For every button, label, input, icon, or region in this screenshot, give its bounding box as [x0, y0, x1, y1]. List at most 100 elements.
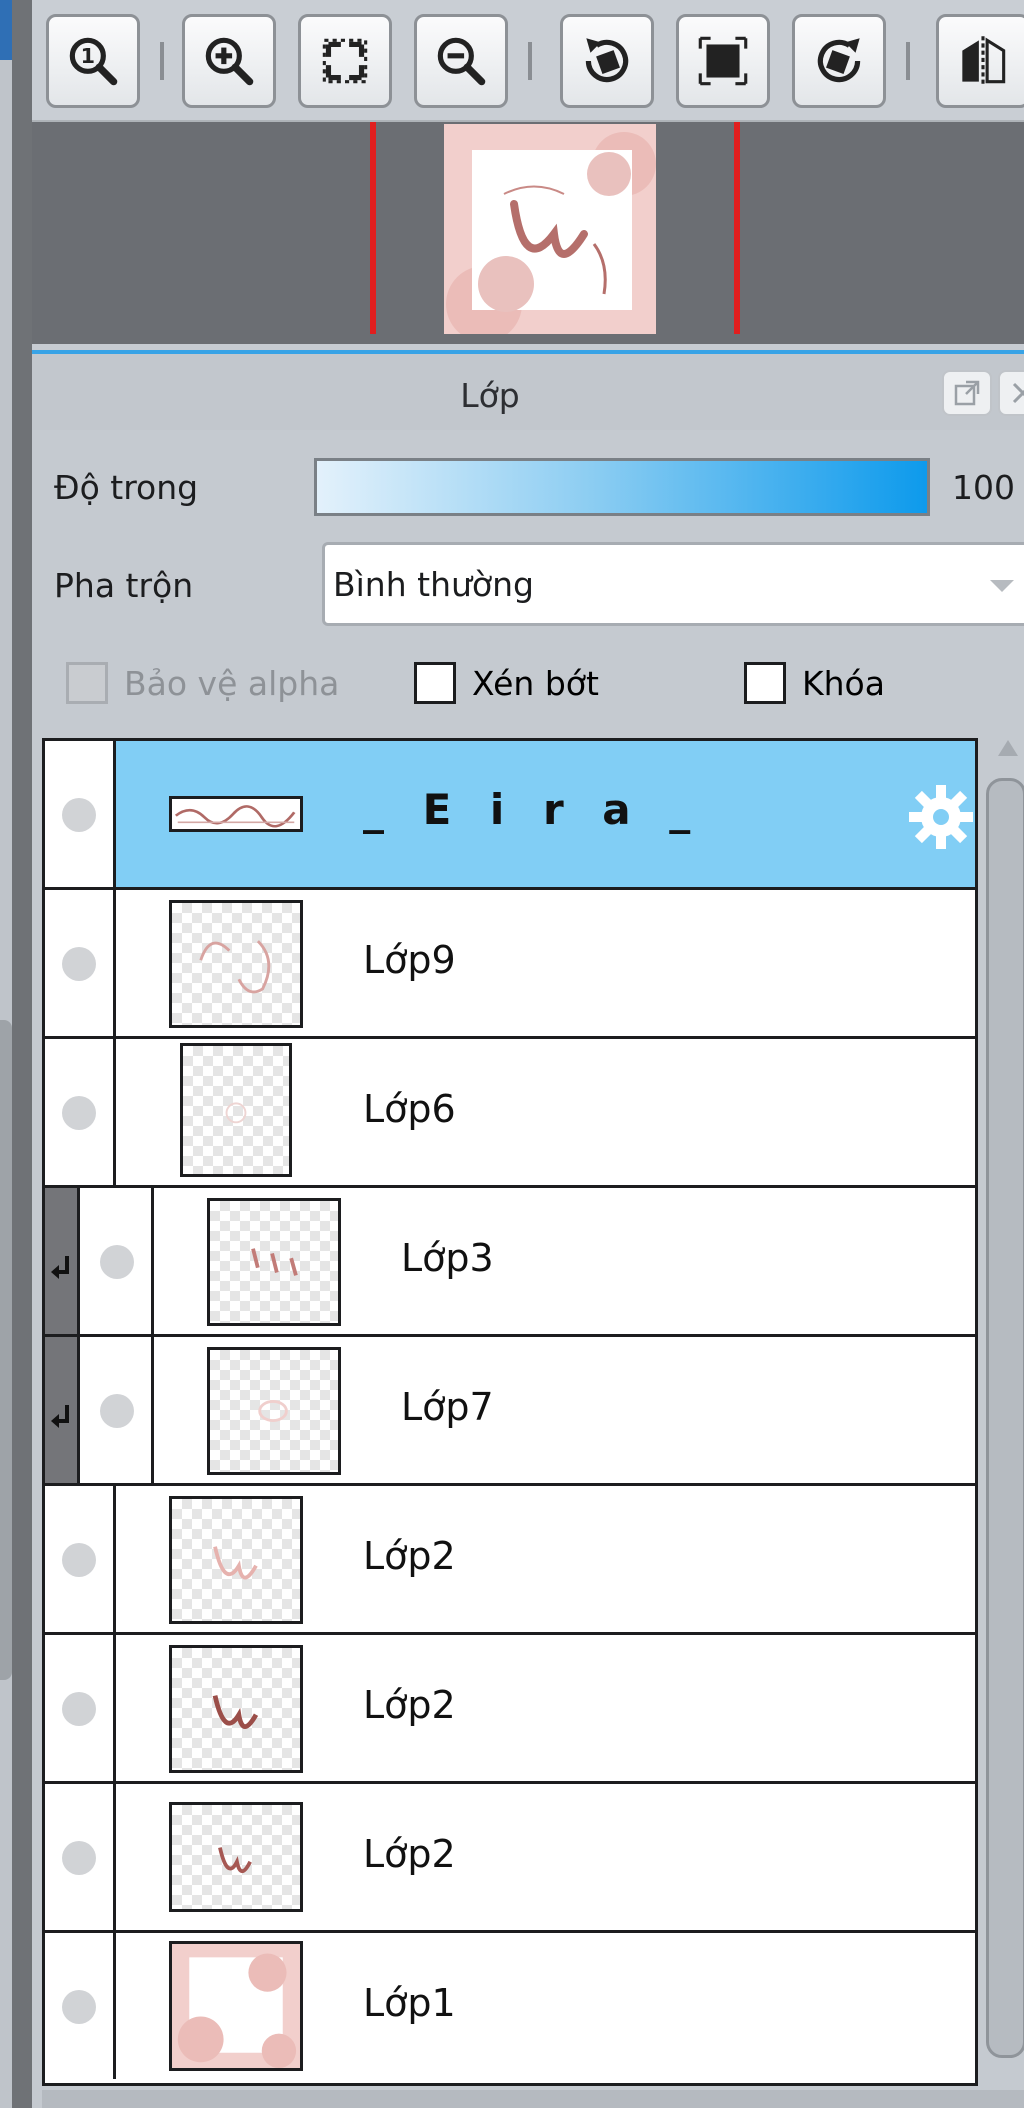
layer-thumbnail: [207, 1347, 341, 1475]
gear-icon[interactable]: [905, 781, 977, 853]
visibility-dot-icon: [62, 798, 96, 832]
panel-bottom-toolbar: [42, 2090, 1024, 2108]
visibility-dot-icon: [62, 1543, 96, 1577]
visibility-toggle[interactable]: [45, 1039, 116, 1185]
visibility-dot-icon: [62, 1841, 96, 1875]
layer-name: Lớp1: [363, 1981, 456, 2025]
zoom-in-button[interactable]: [182, 14, 276, 108]
toolbar-separator: [528, 42, 532, 80]
zoom-actual-size-icon: 1: [69, 37, 118, 86]
clip-arrow-icon: [51, 1256, 69, 1279]
layer-name: Lớp6: [363, 1087, 456, 1131]
visibility-toggle[interactable]: [45, 1635, 116, 1781]
blend-mode-select[interactable]: Bình thường: [322, 542, 1024, 626]
scroll-up-arrow-icon[interactable]: [998, 740, 1018, 756]
opacity-value: 100 %: [952, 468, 1024, 507]
fit-to-window-button[interactable]: [298, 14, 392, 108]
alpha-protect-checkbox[interactable]: Bảo vệ alpha: [66, 662, 339, 704]
left-resize-handle[interactable]: [0, 1020, 12, 1680]
layer-row[interactable]: Lớp2: [45, 1632, 975, 1781]
svg-text:1: 1: [81, 44, 95, 68]
chevron-down-icon: [990, 580, 1014, 592]
layer-row[interactable]: Lớp2: [45, 1483, 975, 1632]
clipping-checkbox[interactable]: Xén bớt: [414, 662, 599, 704]
layer-name: Lớp2: [363, 1534, 456, 1578]
zoom-in-icon: [205, 37, 254, 86]
layer-row-clipped[interactable]: Lớp7: [45, 1334, 975, 1483]
layer-name: Lớp2: [363, 1683, 456, 1727]
visibility-toggle[interactable]: [83, 1337, 154, 1483]
layer-name: Lớp2: [363, 1832, 456, 1876]
zoom-out-button[interactable]: [414, 14, 508, 108]
layer-list-scrollbar[interactable]: [986, 778, 1024, 2058]
toolbar-separator: [160, 42, 164, 80]
layer-row[interactable]: Lớp2: [45, 1781, 975, 1930]
app-window: 1 Lớp Độ trong 100 Pha trộn Bình thường …: [0, 0, 1024, 2108]
layer-row[interactable]: Lớp1: [45, 1930, 975, 2079]
toolbar-separator: [906, 42, 910, 80]
zoom-actual-size-button[interactable]: 1: [46, 14, 140, 108]
visibility-toggle[interactable]: [45, 1486, 116, 1632]
layer-thumbnail: [180, 1043, 292, 1177]
close-panel-button[interactable]: [998, 370, 1024, 416]
visibility-dot-icon: [62, 1692, 96, 1726]
navigator-boundary-right: [734, 122, 740, 334]
visibility-dot-icon: [62, 1096, 96, 1130]
layer-thumbnail: [169, 1941, 303, 2071]
layer-thumbnail: [169, 796, 303, 832]
external-window-icon: [954, 380, 980, 406]
visibility-toggle[interactable]: [83, 1188, 154, 1334]
layer-list: _ E i r a _ Lớp9 Lớp6 Lớp3 Lớp7 Lớp2 Lớp…: [42, 738, 978, 2086]
reset-rotation-icon: [698, 36, 748, 86]
layer-row[interactable]: Lớp6: [45, 1036, 975, 1185]
visibility-toggle[interactable]: [45, 1933, 116, 2079]
clip-arrow-icon: [51, 1405, 69, 1428]
fit-to-window-icon: [322, 38, 368, 84]
layer-name: Lớp3: [401, 1236, 494, 1280]
layer-row[interactable]: Lớp9: [45, 887, 975, 1036]
checkbox-box: [66, 662, 108, 704]
rotate-right-icon: [817, 38, 861, 83]
layer-thumbnail: [169, 900, 303, 1028]
zoom-out-icon: [437, 37, 486, 86]
alpha-protect-label: Bảo vệ alpha: [124, 663, 340, 703]
opacity-slider[interactable]: [314, 458, 930, 516]
lock-checkbox[interactable]: Khóa: [744, 662, 885, 704]
layer-thumbnail: [169, 1802, 303, 1912]
rotate-left-icon: [585, 38, 629, 83]
visibility-toggle[interactable]: [45, 1784, 116, 1930]
rotate-right-button[interactable]: [792, 14, 886, 108]
navigator-toolbar: 1: [32, 0, 1024, 122]
navigator-boundary-left: [370, 122, 376, 334]
clipping-indicator: [45, 1337, 80, 1483]
blend-mode-label: Pha trộn: [54, 566, 194, 605]
visibility-toggle[interactable]: [45, 741, 116, 887]
lock-label: Khóa: [802, 663, 885, 703]
checkbox-box: [414, 662, 456, 704]
layer-thumbnail: [169, 1496, 303, 1624]
panel-title: Lớp: [460, 376, 520, 415]
canvas-thumbnail: [444, 124, 656, 342]
layer-name: Lớp9: [363, 938, 456, 982]
visibility-dot-icon: [62, 1990, 96, 2024]
left-edge-dark: [12, 0, 32, 2108]
opacity-label: Độ trong: [54, 468, 199, 507]
panel-header: Lớp: [32, 354, 1024, 430]
rotate-left-button[interactable]: [560, 14, 654, 108]
close-icon: [1012, 382, 1024, 404]
visibility-dot-icon: [62, 947, 96, 981]
clipping-indicator: [45, 1188, 80, 1334]
layer-row-folder[interactable]: _ E i r a _: [45, 738, 975, 887]
layer-panel: Lớp Độ trong 100 % Pha trộn Bình thường …: [32, 350, 1024, 2108]
layer-name: Lớp7: [401, 1385, 494, 1429]
reset-rotation-button[interactable]: [676, 14, 770, 108]
undock-button[interactable]: [942, 370, 992, 416]
visibility-dot-icon: [100, 1245, 134, 1279]
flip-horizontal-button[interactable]: [936, 14, 1024, 108]
visibility-toggle[interactable]: [45, 890, 116, 1036]
layer-row-clipped[interactable]: Lớp3: [45, 1185, 975, 1334]
clipping-label: Xén bớt: [472, 663, 599, 703]
navigator-preview[interactable]: [32, 122, 1024, 344]
flip-horizontal-icon: [962, 36, 1006, 86]
layer-name: _ E i r a _: [363, 785, 703, 834]
